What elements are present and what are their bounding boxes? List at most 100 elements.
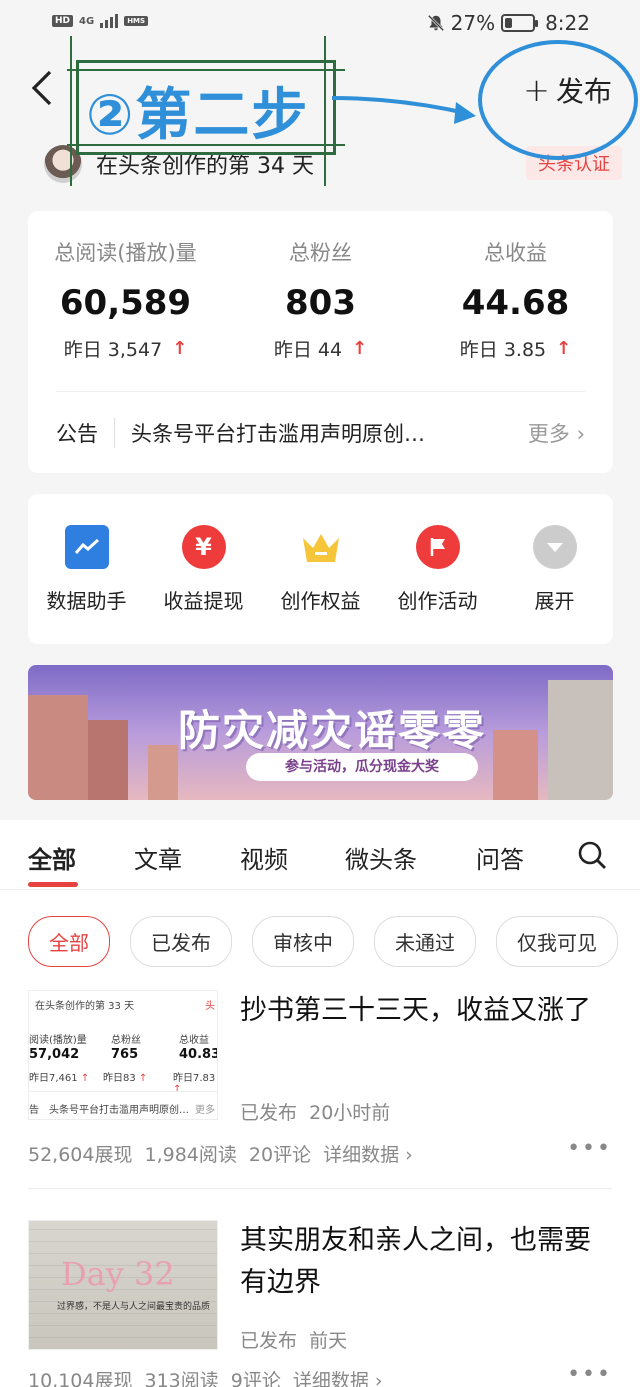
comments: 9评论 <box>230 1370 281 1387</box>
tab-micro-posts[interactable]: 微头条 <box>345 840 417 875</box>
annotation-line <box>324 36 326 186</box>
impressions: 52,604展现 <box>28 1144 133 1166</box>
network-type: 4G <box>79 15 95 27</box>
notice-tag: 公告 <box>56 417 115 448</box>
banner-building <box>28 695 88 800</box>
annotation-arrow <box>331 96 476 124</box>
tab-qa[interactable]: 问答 <box>476 840 524 875</box>
more-options-icon[interactable]: ••• <box>567 1362 612 1387</box>
article-stats: 10,104展现 313阅读 9评论 详细数据 › <box>28 1366 383 1387</box>
clock: 8:22 <box>545 11 590 35</box>
chart-icon <box>64 524 109 569</box>
battery-icon <box>501 14 539 32</box>
notice-row[interactable]: 公告 头条号平台打击滥用声明原创… 更多 › <box>56 391 585 473</box>
filter-private[interactable]: 仅我可见 <box>496 916 618 967</box>
arrow-up-icon: ↑ <box>556 338 572 359</box>
article-title[interactable]: 其实朋友和亲人之间，也需要有边界 <box>240 1220 612 1304</box>
tool-creator-rights[interactable]: 创作权益 <box>266 525 376 614</box>
more-options-icon[interactable]: ••• <box>567 1136 612 1161</box>
stat-label: 总阅读(播放)量 <box>54 241 197 265</box>
article-item[interactable]: Day 32 过界感，不是人与人之间最宝贵的品质 其实朋友和亲人之间，也需要有边… <box>28 1220 612 1387</box>
yesterday-value: 44 <box>317 339 343 361</box>
thumb-caption: 过界感，不是人与人之间最宝贵的品质 <box>57 1302 211 1312</box>
chevron-right-icon: › <box>374 1370 383 1387</box>
stat-label: 总收益 <box>484 241 547 265</box>
detail-data-link[interactable]: 详细数据 › <box>293 1366 383 1387</box>
stat-value: 803 <box>285 283 356 323</box>
stat-total-fans[interactable]: 总粉丝 803 昨日 44 ↑ <box>223 237 418 362</box>
stat-total-reads[interactable]: 总阅读(播放)量 60,589 昨日 3,547 ↑ <box>28 237 223 362</box>
article-time: 前天 <box>309 1330 348 1352</box>
tab-articles[interactable]: 文章 <box>134 840 182 875</box>
impressions: 10,104展现 <box>28 1370 133 1387</box>
filter-rejected[interactable]: 未通过 <box>374 916 476 967</box>
thumb-notice-tag: 告 <box>29 1105 39 1116</box>
article-status: 已发布 20小时前 <box>240 1098 390 1125</box>
arrow-up-icon: ↑ <box>172 338 188 359</box>
status-left: HD 4G HMS <box>52 14 149 28</box>
thumb-value: 765 <box>111 1047 139 1062</box>
banner-building <box>88 720 128 800</box>
signal-icon <box>100 14 119 28</box>
arrow-up-icon: ↑ <box>352 338 368 359</box>
stat-total-income[interactable]: 总收益 44.68 昨日 3.85 ↑ <box>418 237 613 362</box>
annotation-step-label: ②第二步 <box>86 83 310 148</box>
stat-delta: 昨日 3,547 ↑ <box>28 335 223 362</box>
yesterday-label: 昨日 <box>273 339 312 361</box>
tab-videos[interactable]: 视频 <box>240 840 288 875</box>
status-label: 已发布 <box>240 1330 298 1352</box>
article-thumbnail[interactable]: 在头条创作的第 33 天 头 阅读(播放)量 总粉丝 总收益 57,042 76… <box>28 990 218 1120</box>
detail-data-link[interactable]: 详细数据 › <box>323 1140 413 1167</box>
thumb-badge: 头 <box>205 1001 215 1012</box>
tool-data-assistant[interactable]: 数据助手 <box>32 524 142 614</box>
detail-label: 详细数据 <box>292 1370 369 1387</box>
filter-reviewing[interactable]: 审核中 <box>252 916 354 967</box>
chevron-down-icon <box>532 524 577 569</box>
tool-label: 数据助手 <box>46 588 127 613</box>
active-tab-indicator <box>28 882 78 887</box>
filter-published[interactable]: 已发布 <box>130 916 232 967</box>
notice-more[interactable]: 更多 › <box>528 418 585 448</box>
thumb-value: 40.83 <box>179 1047 218 1062</box>
tool-creator-activity[interactable]: 创作活动 <box>383 524 493 614</box>
article-stats: 52,604展现 1,984阅读 20评论 详细数据 › <box>28 1140 413 1167</box>
chevron-right-icon: › <box>405 1144 413 1166</box>
activity-banner[interactable]: 防灾减灾谣零零 参与活动，瓜分现金大奖 <box>28 665 613 800</box>
yesterday-label: 昨日 <box>63 339 102 361</box>
stat-delta: 昨日 3.85 ↑ <box>418 335 613 362</box>
stat-delta: 昨日 44 ↑ <box>223 335 418 362</box>
back-icon[interactable] <box>26 68 62 108</box>
article-status: 已发布 前天 <box>240 1326 347 1353</box>
thumb-heading: 在头条创作的第 33 天 <box>35 1001 135 1012</box>
article-title[interactable]: 抄书第三十三天，收益又涨了 <box>240 990 612 1032</box>
article-time: 20小时前 <box>309 1102 391 1124</box>
article-item[interactable]: 在头条创作的第 33 天 头 阅读(播放)量 总粉丝 总收益 57,042 76… <box>28 990 612 1166</box>
yesterday-value: 3.85 <box>503 339 547 361</box>
search-icon[interactable] <box>577 840 607 870</box>
yuan-icon: ¥ <box>181 524 226 569</box>
banner-title: 防灾减灾谣零零 <box>178 706 487 755</box>
tool-label: 展开 <box>534 588 575 613</box>
tool-income-withdraw[interactable]: ¥ 收益提现 <box>149 524 259 614</box>
filter-all[interactable]: 全部 <box>28 916 110 967</box>
thumb-label: 总收益 <box>179 1035 209 1046</box>
stat-value: 60,589 <box>59 283 192 323</box>
filter-chips: 全部 已发布 审核中 未通过 仅我可见 <box>28 916 618 967</box>
thumb-label: 阅读(播放)量 <box>29 1035 87 1046</box>
yesterday-value: 3,547 <box>107 339 163 361</box>
thumb-label: 总粉丝 <box>111 1035 141 1046</box>
content-section: 全部 文章 视频 微头条 问答 全部 已发布 审核中 未通过 仅我可见 在头条创… <box>0 820 640 1387</box>
tool-expand[interactable]: 展开 <box>500 524 610 614</box>
chevron-right-icon: › <box>576 421 585 446</box>
tab-all[interactable]: 全部 <box>28 840 76 875</box>
banner-building <box>148 745 178 800</box>
stat-value: 44.68 <box>461 283 570 323</box>
crown-icon <box>299 525 343 569</box>
banner-building <box>548 680 613 800</box>
banner-cta: 参与活动，瓜分现金大奖 <box>246 753 478 781</box>
tool-label: 收益提现 <box>163 588 244 613</box>
hd-indicator: HD <box>52 15 74 27</box>
comments: 20评论 <box>248 1144 312 1166</box>
tool-label: 创作活动 <box>397 588 478 613</box>
article-thumbnail[interactable]: Day 32 过界感，不是人与人之间最宝贵的品质 <box>28 1220 218 1350</box>
